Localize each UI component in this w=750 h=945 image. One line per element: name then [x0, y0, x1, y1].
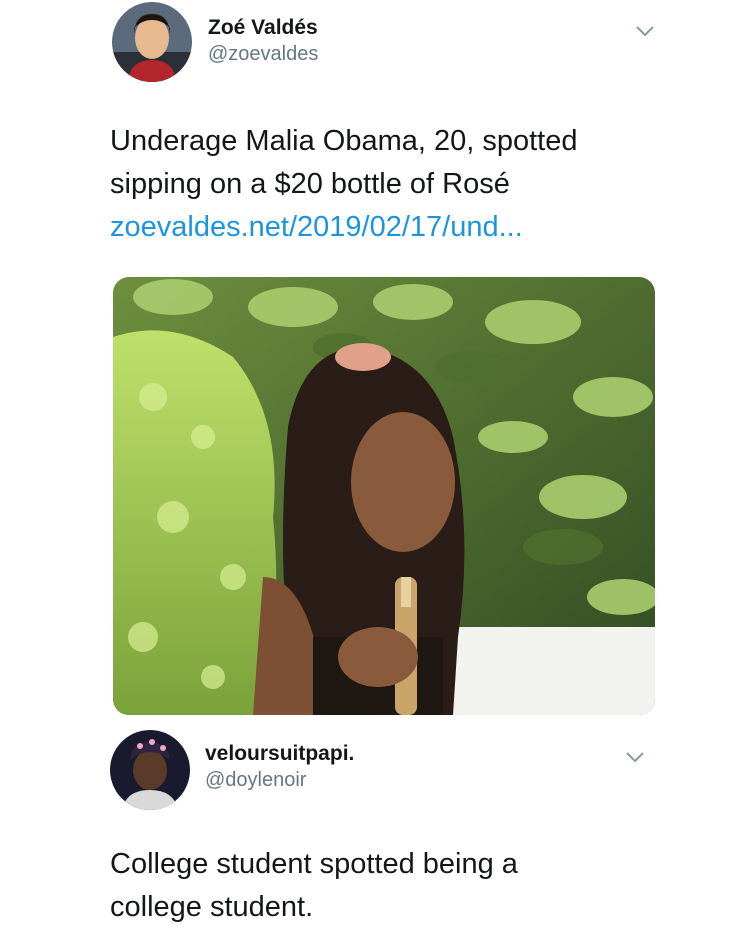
user-handle[interactable]: @doylenoir: [205, 769, 306, 792]
tweet-text-line: College student spotted being a: [110, 848, 518, 880]
tweet-text: Underage Malia Obama, 20, spotted sippin…: [110, 120, 578, 249]
user-handle[interactable]: @zoevaldes: [208, 43, 318, 66]
chevron-down-icon[interactable]: [635, 24, 655, 38]
display-name[interactable]: veloursuitpapi.: [205, 742, 354, 766]
chevron-down-icon[interactable]: [625, 750, 645, 764]
tweet-text-line: sipping on a $20 bottle of Rosé: [110, 168, 510, 200]
tweet-link[interactable]: zoevaldes.net/2019/02/17/und...: [110, 206, 578, 249]
avatar-zoevaldes[interactable]: [112, 2, 192, 82]
avatar-doylenoir[interactable]: [110, 730, 190, 810]
display-name[interactable]: Zoé Valdés: [208, 16, 318, 40]
tweet-photo[interactable]: [113, 277, 655, 715]
tweet-text-line: Underage Malia Obama, 20, spotted: [110, 125, 578, 157]
tweet-text-line: college student.: [110, 891, 314, 923]
tweet-text: College student spotted being a college …: [110, 843, 518, 929]
